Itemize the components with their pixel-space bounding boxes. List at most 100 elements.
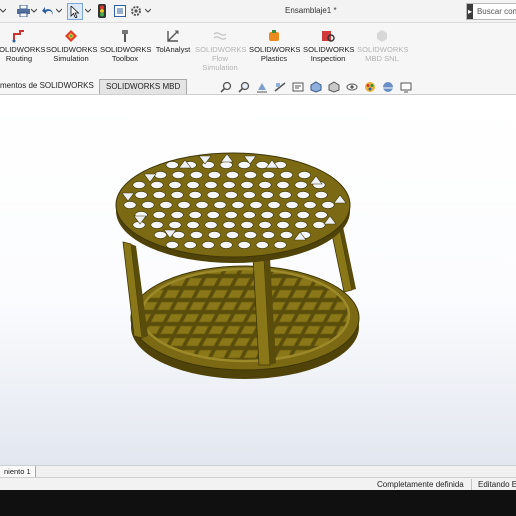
hole [225,231,239,239]
assembly-model[interactable] [0,95,516,465]
inspection-button[interactable]: SOLIDWORKS Inspection [303,29,354,63]
hole [219,161,233,169]
tab-solidworks-mbd[interactable]: SOLIDWORKS MBD [99,79,188,94]
hole [224,211,238,219]
section-view-icon[interactable] [273,81,287,93]
routing-icon [12,30,24,43]
flow-simulation-icon [213,32,227,40]
print-dropdown-icon[interactable] [31,3,37,18]
hole [249,201,263,209]
simulation-icon [65,30,77,42]
dynamic-annotation-icon[interactable] [291,81,305,93]
hole [206,191,220,199]
options-dropdown-icon[interactable] [145,3,151,18]
mbd-snl-icon [377,30,387,42]
os-taskbar [0,490,516,516]
hole [321,201,335,209]
tab-motion-study[interactable]: niento 1 [0,466,36,477]
routing-button[interactable]: SOLIDWORKSRouting [0,29,45,63]
hole [150,181,164,189]
hole [150,221,164,229]
flow-simulation-button[interactable]: SOLIDWORKS Flow Simulation [195,29,246,72]
hole [141,201,155,209]
hole [213,201,227,209]
display-style-icon[interactable] [327,81,341,93]
hole [206,211,220,219]
tolanalyst-button[interactable]: TolAnalyst [151,29,195,54]
view-orientation-icon[interactable] [309,81,323,93]
hole [261,231,275,239]
hide-show-items-icon[interactable] [345,81,359,93]
hole [170,211,184,219]
hole [189,171,203,179]
undo-dropdown-icon[interactable] [56,3,62,18]
zoom-area-icon[interactable] [237,81,251,93]
scene-icon[interactable] [381,81,395,93]
top-plate[interactable] [115,152,351,263]
hole [153,231,167,239]
hole [296,191,310,199]
gear-icon[interactable] [129,3,143,18]
hole [312,221,326,229]
hole [168,181,182,189]
hole [303,201,317,209]
hole [201,241,215,249]
hole [188,191,202,199]
hole [225,171,239,179]
base-plate[interactable] [130,265,360,379]
select-tool-icon[interactable] [67,3,83,20]
hole [243,171,257,179]
tab-complementos[interactable]: mentos de SOLIDWORKS [0,79,100,93]
file-properties-icon[interactable] [113,3,127,18]
undo-icon[interactable] [41,3,55,18]
status-separator [471,479,472,490]
hole [276,181,290,189]
search-input[interactable]: ▸ Buscar con [466,3,516,20]
previous-view-icon[interactable] [255,81,269,93]
hole [296,211,310,219]
search-icon: ▸ [467,4,473,19]
hole [243,231,257,239]
hole [278,211,292,219]
hole [222,181,236,189]
hole [267,201,281,209]
hole [297,171,311,179]
hole [204,221,218,229]
rebuild-icon[interactable] [97,3,107,18]
simulation-button[interactable]: SOLIDWORKS Simulation [46,29,97,63]
hole [260,191,274,199]
chevron-down-icon[interactable] [0,3,6,18]
hole [258,181,272,189]
hole [132,181,146,189]
definition-status: Completamente definida [377,480,464,489]
hole [195,201,209,209]
command-manager: SOLIDWORKSRouting SOLIDWORKSSimulation S… [0,23,516,77]
hole [186,221,200,229]
display-settings-icon[interactable] [399,81,413,93]
hole [279,171,293,179]
print-icon[interactable] [15,3,31,18]
toolbox-button[interactable]: SOLIDWORKS Toolbox [100,29,151,63]
heads-up-view-toolbar [219,80,413,94]
hole [204,181,218,189]
hole [152,191,166,199]
appearance-icon[interactable] [363,81,377,93]
hole [240,221,254,229]
graphics-area[interactable] [0,95,516,465]
hole [260,211,274,219]
hole [240,181,254,189]
plastics-button[interactable]: SOLIDWORKS Plastics [249,29,300,63]
hole [207,171,221,179]
hole [165,241,179,249]
hole [231,201,245,209]
zoom-to-fit-icon[interactable] [219,81,233,93]
hole [258,221,272,229]
toolbox-icon [122,30,128,42]
hole [170,191,184,199]
hole [159,201,173,209]
mbd-snl-button[interactable]: SOLIDWORKS MBD SNL [357,29,408,63]
hole [168,221,182,229]
select-dropdown-icon[interactable] [85,3,91,18]
hole [153,171,167,179]
hole [177,201,191,209]
